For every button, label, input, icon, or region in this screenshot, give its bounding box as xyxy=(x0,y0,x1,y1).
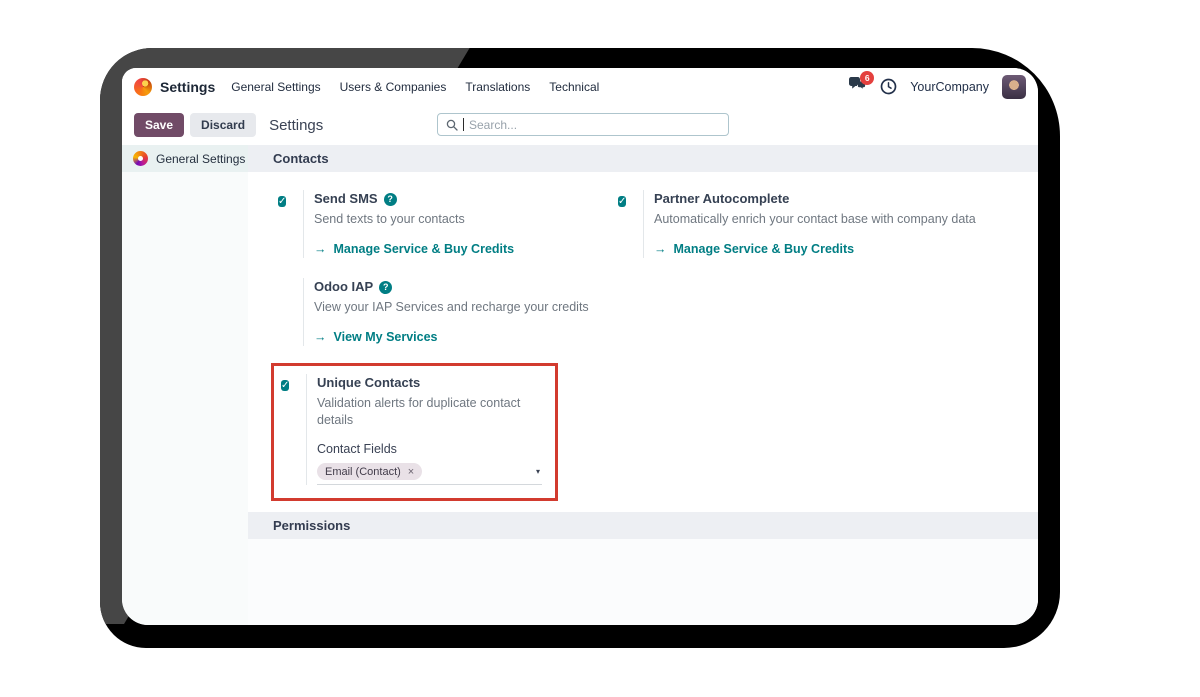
settings-sidebar: General Settings xyxy=(122,145,248,625)
search-input[interactable]: Search... xyxy=(437,113,729,136)
app-body: General Settings Contacts ✓ Send SMS ? S… xyxy=(122,145,1038,625)
help-icon[interactable]: ? xyxy=(379,280,393,294)
section-header-permissions: Permissions xyxy=(248,512,1038,539)
tag-email-contact[interactable]: Email (Contact) × xyxy=(317,463,423,480)
navbar-systray: 6 YourCompany xyxy=(848,71,1028,99)
setting-description: Send texts to your contacts xyxy=(314,212,465,226)
breadcrumb: Settings xyxy=(269,116,324,134)
text-cursor xyxy=(463,118,464,131)
setting-text-column: Odoo IAP ? View your IAP Services and re… xyxy=(303,278,589,346)
setting-title: Odoo IAP xyxy=(314,279,374,294)
messages-button[interactable]: 6 xyxy=(848,71,875,97)
company-name[interactable]: YourCompany xyxy=(910,80,989,94)
setting-unique-contacts: ✓ Unique Contacts Validation alerts for … xyxy=(281,374,555,485)
setting-title-row: Send SMS ? xyxy=(314,190,514,208)
question-glyph: ? xyxy=(382,282,389,292)
partner-autocomplete-checkbox[interactable]: ✓ xyxy=(618,196,627,207)
setting-title: Unique Contacts xyxy=(317,375,421,390)
navbar-menu: General Settings Users & Companies Trans… xyxy=(231,80,599,94)
setting-description: View your IAP Services and recharge your… xyxy=(314,300,589,314)
link-label: Manage Service & Buy Credits xyxy=(333,242,515,256)
contact-fields-dropdown[interactable]: Email (Contact) × ▾ xyxy=(317,463,542,485)
link-label: View My Services xyxy=(333,330,438,344)
tag-label: Email (Contact) xyxy=(325,465,401,478)
general-settings-app-icon xyxy=(133,151,148,166)
sidebar-item-general-settings[interactable]: General Settings xyxy=(122,145,248,172)
manage-service-link[interactable]: → Manage Service & Buy Credits xyxy=(314,241,514,258)
setting-description: Automatically enrich your contact base w… xyxy=(654,212,976,226)
manage-service-link[interactable]: → Manage Service & Buy Credits xyxy=(654,241,976,258)
settings-row-1: ✓ Send SMS ? Send texts to your contacts… xyxy=(278,190,1038,258)
setting-partner-autocomplete: ✓ Partner Autocomplete Automatically enr… xyxy=(618,190,1038,258)
field-label: Contact Fields xyxy=(317,442,397,456)
setting-text-column: Partner Autocomplete Automatically enric… xyxy=(643,190,976,258)
question-glyph: ? xyxy=(387,194,393,204)
contact-fields-field: Contact Fields Email (Contact) × ▾ xyxy=(317,441,555,485)
menu-translations[interactable]: Translations xyxy=(465,80,530,94)
top-navbar: Settings General Settings Users & Compan… xyxy=(122,68,1038,105)
setting-title-row: Partner Autocomplete xyxy=(654,190,976,208)
menu-technical[interactable]: Technical xyxy=(549,80,599,94)
send-sms-checkbox[interactable]: ✓ xyxy=(278,196,287,207)
unique-contacts-checkbox[interactable]: ✓ xyxy=(281,380,290,391)
search-icon xyxy=(446,119,458,131)
check-icon: ✓ xyxy=(278,196,287,207)
settings-main: Contacts ✓ Send SMS ? Send texts to your… xyxy=(248,145,1038,625)
setting-title: Partner Autocomplete xyxy=(654,191,790,206)
check-icon: ✓ xyxy=(281,380,290,391)
setting-title-row: Odoo IAP ? xyxy=(314,278,589,296)
view-my-services-link[interactable]: → View My Services xyxy=(314,329,589,346)
setting-description: Validation alerts for duplicate contact … xyxy=(317,396,521,427)
setting-send-sms: ✓ Send SMS ? Send texts to your contacts… xyxy=(278,190,618,258)
check-icon: ✓ xyxy=(618,196,627,207)
help-icon[interactable]: ? xyxy=(383,192,397,206)
empty-content-area xyxy=(248,539,1038,625)
contacts-settings-content: ✓ Send SMS ? Send texts to your contacts… xyxy=(248,172,1038,501)
setting-odoo-iap: Odoo IAP ? View your IAP Services and re… xyxy=(278,278,1038,346)
arrow-right-icon: → xyxy=(654,242,667,256)
checkbox-column: ✓ xyxy=(278,190,303,258)
checkbox-column: ✓ xyxy=(281,374,306,485)
menu-users-companies[interactable]: Users & Companies xyxy=(340,80,447,94)
user-avatar[interactable] xyxy=(1002,74,1026,99)
setting-title: Send SMS xyxy=(314,191,378,206)
sidebar-item-label: General Settings xyxy=(156,151,246,166)
app-switcher[interactable]: Settings xyxy=(134,77,216,96)
setting-title-row: Unique Contacts xyxy=(317,374,555,392)
arrow-right-icon: → xyxy=(314,330,327,344)
odoo-logo-icon xyxy=(134,77,152,96)
search-placeholder: Search... xyxy=(469,117,518,132)
highlight-annotation-box: ✓ Unique Contacts Validation alerts for … xyxy=(271,363,558,501)
setting-text-column: Send SMS ? Send texts to your contacts →… xyxy=(303,190,514,258)
save-button[interactable]: Save xyxy=(134,113,185,137)
app-name: Settings xyxy=(160,78,216,95)
setting-text-column: Unique Contacts Validation alerts for du… xyxy=(306,374,555,485)
app-screen: Settings General Settings Users & Compan… xyxy=(122,68,1038,625)
discard-button[interactable]: Discard xyxy=(190,113,257,137)
checkbox-column xyxy=(278,278,303,346)
section-title: Permissions xyxy=(273,518,351,533)
browser-frame: Settings General Settings Users & Compan… xyxy=(100,48,1060,648)
section-header-contacts: Contacts xyxy=(248,145,1038,172)
activity-clock-icon[interactable] xyxy=(880,78,897,95)
arrow-right-icon: → xyxy=(314,242,327,256)
section-title: Contacts xyxy=(273,151,329,166)
message-count-badge: 6 xyxy=(860,71,875,85)
link-label: Manage Service & Buy Credits xyxy=(673,242,855,256)
control-bar: Save Discard Settings Search... xyxy=(122,105,1038,145)
menu-general-settings[interactable]: General Settings xyxy=(231,80,320,94)
checkbox-column: ✓ xyxy=(618,190,643,258)
remove-tag-icon[interactable]: × xyxy=(408,466,414,478)
chevron-down-icon: ▾ xyxy=(535,467,540,476)
